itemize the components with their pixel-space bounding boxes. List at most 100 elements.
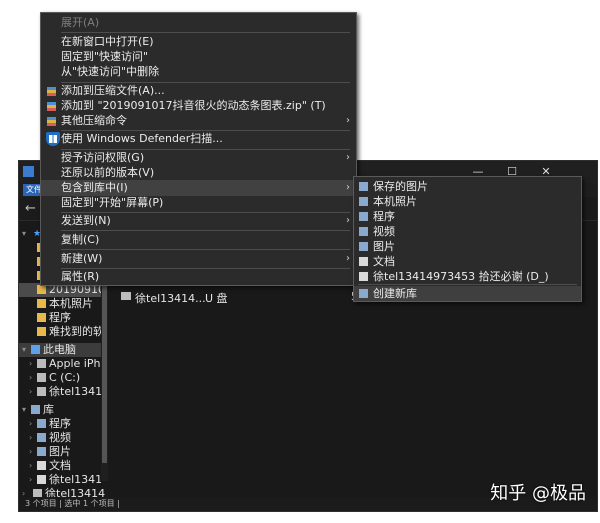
archive-icon — [47, 102, 56, 111]
submenu-arrow-icon: › — [346, 215, 350, 226]
nav-label: 难找到的软 — [49, 325, 101, 338]
submenu-item-pictures[interactable]: 图片 — [354, 239, 581, 254]
menu-item-include-in-library[interactable]: 包含到库中(I) › — [41, 180, 356, 196]
menu-item-new[interactable]: 新建(W) › — [41, 251, 356, 267]
drive-icon — [37, 373, 46, 382]
nav-item-lib-usb[interactable]: › 徐tel1341 — [19, 473, 101, 487]
expand-arrow-icon[interactable]: › — [29, 431, 32, 445]
submenu-label: 图片 — [373, 240, 395, 253]
menu-label: 添加到压缩文件(A)... — [61, 84, 165, 97]
menu-item-add-to-zip[interactable]: 添加到 "2019091017抖音很火的动态条图表.zip" (T) — [41, 98, 356, 114]
nav-item-lib-documents[interactable]: › 文档 — [19, 459, 101, 473]
nav-label: 程序 — [49, 311, 71, 324]
archive-icon — [47, 117, 56, 126]
submenu-separator — [358, 284, 577, 285]
nav-item-lib-pictures[interactable]: › 图片 — [19, 445, 101, 459]
nav-label: Apple iPh — [49, 357, 101, 370]
menu-label: 添加到 "2019091017抖音很火的动态条图表.zip" (T) — [61, 99, 326, 112]
menu-item-defender-scan[interactable]: 使用 Windows Defender扫描... — [41, 131, 356, 147]
submenu-label: 创建新库 — [373, 287, 417, 300]
nav-item-programs[interactable]: 程序 — [19, 311, 101, 325]
library-icon — [359, 182, 368, 191]
expand-arrow-icon[interactable]: › — [29, 385, 32, 399]
file-name: 徐tel13414... — [135, 292, 206, 305]
menu-item-other-compression[interactable]: 其他压缩命令 › — [41, 113, 356, 129]
usb-library-icon — [37, 475, 46, 484]
menu-item-pin-quick-access[interactable]: 固定到"快速访问" — [41, 49, 356, 65]
submenu-arrow-icon: › — [346, 115, 350, 126]
nav-item-libraries[interactable]: ▾ 库 — [19, 403, 101, 417]
menu-item-send-to[interactable]: 发送到(N) › — [41, 213, 356, 229]
expand-arrow-icon[interactable]: › — [29, 473, 32, 487]
nav-label: 图片 — [49, 445, 71, 458]
usb-drive-icon — [121, 292, 131, 300]
shield-icon — [46, 132, 60, 146]
expand-arrow-icon[interactable]: ▾ — [22, 403, 26, 417]
menu-item-give-access[interactable]: 授予访问权限(G) › — [41, 150, 356, 166]
menu-label: 授予访问权限(G) — [61, 151, 145, 164]
submenu-item-documents[interactable]: 文档 — [354, 254, 581, 269]
nav-item-lib-videos[interactable]: › 视频 — [19, 431, 101, 445]
menu-label: 固定到"快速访问" — [61, 50, 149, 63]
menu-item-copy[interactable]: 复制(C) — [41, 232, 356, 248]
nav-label: 徐tel1341 — [49, 385, 101, 398]
phone-icon — [37, 359, 46, 368]
menu-item-remove-quick-access[interactable]: 从"快速访问"中删除 — [41, 64, 356, 80]
folder-icon — [37, 299, 46, 308]
menu-item-open-new-window[interactable]: 在新窗口中打开(E) — [41, 34, 356, 50]
menu-label: 其他压缩命令 — [61, 114, 127, 127]
menu-label: 使用 Windows Defender扫描... — [61, 132, 223, 145]
usb-drive-icon — [37, 387, 46, 396]
picture-library-icon — [359, 242, 368, 251]
expand-arrow-icon[interactable]: ▾ — [22, 227, 26, 241]
nav-item-hard-to-find[interactable]: 难找到的软 — [19, 325, 101, 339]
back-arrow-icon[interactable]: ← — [25, 201, 36, 216]
nav-item-usb-drive[interactable]: › 徐tel1341 — [19, 385, 101, 399]
file-type: U 盘 — [205, 292, 228, 305]
submenu-label: 保存的图片 — [373, 180, 428, 193]
library-icon — [359, 212, 368, 221]
expand-arrow-icon[interactable]: › — [29, 445, 32, 459]
nav-item-this-pc[interactable]: ▾ 此电脑 — [19, 343, 101, 357]
new-library-icon — [359, 289, 368, 298]
menu-item-expand[interactable]: 展开(A) — [41, 15, 356, 31]
submenu-item-usb-library[interactable]: 徐tel13414973453 拾还必谢 (D_) — [354, 269, 581, 284]
nav-item-local-photos[interactable]: 本机照片 — [19, 297, 101, 311]
menu-separator — [61, 249, 350, 250]
menu-item-add-to-archive[interactable]: 添加到压缩文件(A)... — [41, 83, 356, 99]
menu-label: 从"快速访问"中删除 — [61, 65, 160, 78]
submenu-item-programs[interactable]: 程序 — [354, 209, 581, 224]
expand-arrow-icon[interactable]: › — [29, 371, 32, 385]
expand-arrow-icon[interactable]: › — [29, 459, 32, 473]
menu-label: 复制(C) — [61, 233, 100, 246]
submenu-arrow-icon: › — [346, 253, 350, 264]
menu-label: 还原以前的版本(V) — [61, 166, 155, 179]
file-row-usb-drive[interactable]: 徐tel13414... U 盘 56 — [121, 290, 365, 305]
computer-icon — [31, 345, 40, 354]
menu-separator — [61, 32, 350, 33]
nav-label: 徐tel1341 — [49, 473, 101, 486]
library-icon — [37, 419, 46, 428]
library-icon — [31, 405, 40, 414]
nav-item-lib-programs[interactable]: › 程序 — [19, 417, 101, 431]
expand-arrow-icon[interactable]: › — [29, 417, 32, 431]
menu-item-restore-versions[interactable]: 还原以前的版本(V) — [41, 165, 356, 181]
nav-item-apple-iphone[interactable]: › Apple iPh — [19, 357, 101, 371]
submenu-item-create-new-library[interactable]: 创建新库 — [354, 286, 581, 301]
nav-item-c-drive[interactable]: › C (C:) — [19, 371, 101, 385]
nav-label: C (C:) — [49, 371, 81, 384]
folder-icon — [37, 285, 46, 294]
document-library-icon — [37, 461, 46, 470]
menu-item-pin-start[interactable]: 固定到"开始"屏幕(P) — [41, 195, 356, 211]
menu-item-properties[interactable]: 属性(R) — [41, 269, 356, 285]
menu-label: 固定到"开始"屏幕(P) — [61, 196, 164, 209]
expand-arrow-icon[interactable]: › — [29, 357, 32, 371]
nav-label: 此电脑 — [43, 343, 76, 356]
expand-arrow-icon[interactable]: ▾ — [22, 343, 26, 357]
nav-label: 程序 — [49, 417, 71, 430]
submenu-item-local-photos[interactable]: 本机照片 — [354, 194, 581, 209]
nav-label: 库 — [43, 403, 54, 416]
submenu-item-saved-pictures[interactable]: 保存的图片 — [354, 179, 581, 194]
submenu-item-videos[interactable]: 视频 — [354, 224, 581, 239]
submenu-label: 本机照片 — [373, 195, 417, 208]
